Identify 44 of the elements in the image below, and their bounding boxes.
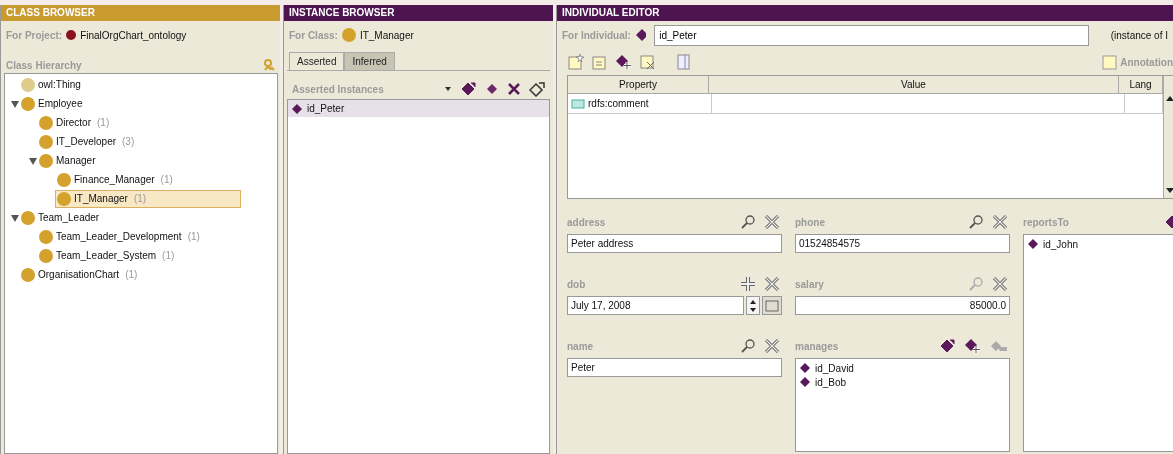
project-name: FinalOrgChart_ontology <box>80 29 187 41</box>
property-label: dob <box>567 278 586 290</box>
class-node[interactable]: IT_Developer (3) <box>37 132 139 151</box>
class-node[interactable]: Team_Leader <box>19 208 104 227</box>
class-node[interactable]: Employee <box>19 94 87 113</box>
tab[interactable]: Inferred <box>344 52 395 71</box>
instance-item[interactable]: id_John <box>1024 237 1173 251</box>
annotations-label: Annotation <box>1120 56 1173 68</box>
class-label: For Class: <box>289 29 338 41</box>
text-field[interactable]: 01524854575 <box>795 234 1010 253</box>
text-field[interactable]: Peter address <box>567 234 782 253</box>
class-node[interactable]: Team_Leader_Development (1) <box>37 227 204 246</box>
number-field[interactable]: 85000.0 <box>795 296 1010 315</box>
panel-title: INSTANCE BROWSER <box>284 5 553 21</box>
individual-field[interactable]: id_Peter <box>654 24 1089 46</box>
date-field[interactable]: July 17, 2008 <box>567 296 744 315</box>
property-label: salary <box>795 278 824 290</box>
class-name: IT_Manager <box>359 29 414 41</box>
table-cell: rdfs:comment <box>568 94 712 113</box>
class-node[interactable]: Finance_Manager (1) <box>55 170 177 189</box>
instance-item[interactable]: id_Peter <box>288 100 549 117</box>
column-header[interactable]: Property <box>568 76 709 93</box>
instance-item[interactable]: id_David <box>796 361 1009 375</box>
class-node[interactable]: OrganisationChart (1) <box>19 265 142 284</box>
class-node[interactable]: Director (1) <box>37 113 114 132</box>
class-node[interactable]: IT_Manager (1) <box>55 189 241 208</box>
column-header[interactable]: Value <box>709 76 1119 93</box>
individual-label: For Individual: <box>562 29 631 41</box>
property-label: manages <box>795 340 839 352</box>
property-label: address <box>567 216 606 228</box>
project-label: For Project: <box>6 29 63 41</box>
property-label: reportsTo <box>1023 216 1069 228</box>
property-label: name <box>567 340 594 352</box>
class-node[interactable]: Manager <box>37 151 100 170</box>
class-node[interactable]: Team_Leader_System (1) <box>37 246 179 265</box>
instance-item[interactable]: id_Bob <box>796 375 1009 389</box>
hierarchy-label: Class Hierarchy <box>6 59 82 71</box>
instances-label: Asserted Instances <box>292 83 384 95</box>
class-node[interactable]: owl:Thing <box>19 75 85 94</box>
panel-title: INDIVIDUAL EDITOR <box>557 5 1173 21</box>
instance-of-text: (instance of I <box>1110 29 1168 41</box>
property-label: phone <box>795 216 825 228</box>
text-field[interactable]: Peter <box>567 358 782 377</box>
panel-title: CLASS BROWSER <box>1 5 280 21</box>
